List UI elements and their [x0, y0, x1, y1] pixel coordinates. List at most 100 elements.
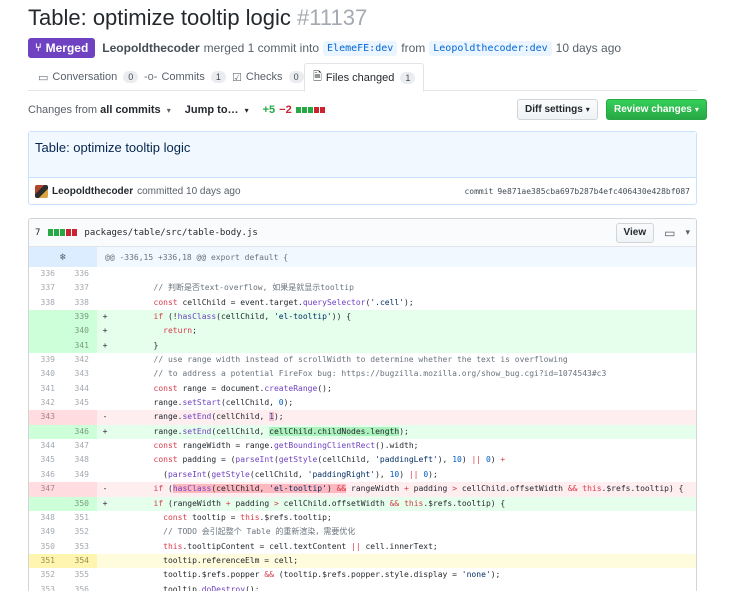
- changes-from-value: all commits: [100, 104, 161, 116]
- new-line-number[interactable]: 346: [63, 424, 97, 440]
- diff-marker: +: [102, 312, 108, 322]
- old-line-number[interactable]: [29, 338, 63, 354]
- monitor-icon[interactable]: ▭: [664, 226, 675, 240]
- old-line-number[interactable]: 346: [29, 467, 63, 483]
- old-line-number[interactable]: [29, 324, 63, 339]
- old-line-number[interactable]: 342: [29, 396, 63, 411]
- code-text: const cellChild = event.target.querySele…: [153, 297, 414, 307]
- diffstat-add-block: [48, 229, 54, 236]
- chevron-down-icon[interactable]: ▾: [685, 228, 690, 238]
- merged-when: 10 days ago: [555, 41, 622, 55]
- old-line-number[interactable]: [29, 496, 63, 511]
- diffstat-del-block: [313, 107, 319, 113]
- old-line-number[interactable]: 340: [29, 367, 63, 382]
- new-line-number[interactable]: 350: [63, 496, 97, 511]
- expand-icon[interactable]: ❄: [29, 247, 97, 267]
- diff-settings-button[interactable]: Diff settings ▾: [517, 99, 598, 120]
- old-line-number[interactable]: 337: [29, 281, 63, 296]
- old-line-number[interactable]: 344: [29, 439, 63, 454]
- new-line-number[interactable]: 348: [63, 453, 97, 468]
- code-text: if (!hasClass(cellChild, 'el-tooltip')) …: [153, 312, 352, 322]
- commit-meta: Leopoldthecoder committed 10 days ago co…: [29, 178, 696, 205]
- new-line-number[interactable]: [63, 410, 97, 425]
- old-line-number[interactable]: 347: [29, 482, 63, 497]
- old-line-number[interactable]: 353: [29, 582, 63, 591]
- old-line-number[interactable]: 351: [29, 553, 63, 569]
- new-line-number[interactable]: 340: [63, 324, 97, 339]
- diff-line: 351 354 tooltip.referenceElm = cell;: [29, 553, 696, 569]
- pr-author-link[interactable]: Leopoldthecoder: [102, 41, 199, 55]
- new-line-number[interactable]: 342: [63, 353, 97, 368]
- base-branch[interactable]: ElemeFE:dev: [323, 40, 398, 56]
- new-line-number[interactable]: 338: [63, 295, 97, 311]
- old-line-number[interactable]: [29, 310, 63, 325]
- view-file-button[interactable]: View: [615, 222, 655, 243]
- new-line-number[interactable]: 343: [63, 367, 97, 382]
- file-header: 7 packages/table/src/table-body.js View …: [29, 219, 696, 247]
- diff-line: 346 + range.setEnd(cellChild, cellChild.c…: [29, 424, 696, 440]
- tab-conversation[interactable]: ▭ Conversation 0: [38, 63, 139, 91]
- caret-down-icon: ▾: [585, 105, 590, 114]
- old-line-number[interactable]: 350: [29, 539, 63, 554]
- code-text: this.tooltipContent = cell.textContent |…: [163, 541, 438, 551]
- new-line-number[interactable]: 345: [63, 396, 97, 411]
- diff-toolbar: Changes from all commits ▾ Jump to… ▾ +5…: [28, 99, 707, 120]
- old-line-number[interactable]: 349: [29, 525, 63, 540]
- diff-line: 339 342 // use range width instead of scr…: [29, 353, 696, 368]
- changes-from-dropdown[interactable]: Changes from all commits ▾: [28, 104, 171, 116]
- diffstat-del-block: [72, 229, 78, 236]
- new-line-number[interactable]: 347: [63, 439, 97, 454]
- new-line-number[interactable]: 351: [63, 510, 97, 526]
- review-changes-label: Review changes: [614, 104, 692, 115]
- diff-line: 341 344 const range = document.createRang…: [29, 381, 696, 397]
- code-text: range.setStart(cellChild, 0);: [115, 398, 294, 408]
- head-branch[interactable]: Leopoldthecoder:dev: [429, 40, 552, 56]
- avatar[interactable]: [35, 185, 48, 198]
- diff-marker: [97, 382, 113, 396]
- code-text: const padding = (parseInt(getStyle(cellC…: [153, 455, 506, 465]
- diffstat-del-block: [319, 107, 325, 113]
- tab-commits[interactable]: -o- Commits 1: [144, 63, 226, 91]
- old-line-number[interactable]: 338: [29, 295, 63, 311]
- pr-summary: merged 1 commit into: [203, 41, 320, 55]
- diff-marker: -: [102, 484, 108, 494]
- new-line-number[interactable]: 349: [63, 467, 97, 483]
- diff-line: 342 345 range.setStart(cellChild, 0);: [29, 396, 696, 411]
- commit-author-link[interactable]: Leopoldthecoder: [52, 186, 133, 197]
- diff-line: 337 337 // 判断是否text-overflow, 如果是就显示toolt…: [29, 281, 696, 296]
- tab-checks[interactable]: ☑ Checks 0: [232, 63, 304, 91]
- new-line-number[interactable]: 344: [63, 381, 97, 397]
- jump-to-dropdown[interactable]: Jump to… ▾: [185, 104, 249, 116]
- new-line-number[interactable]: 336: [63, 267, 97, 282]
- commit-when: 10 days ago: [186, 186, 241, 197]
- new-line-number[interactable]: 353: [63, 539, 97, 554]
- new-line-number[interactable]: 354: [63, 553, 97, 569]
- file-diff-icon: 🗎: [313, 71, 322, 83]
- old-line-number[interactable]: 352: [29, 568, 63, 583]
- code-text: range.setEnd(cellChild, cellChild.childN…: [115, 426, 409, 436]
- new-line-number[interactable]: 355: [63, 568, 97, 583]
- old-line-number[interactable]: 348: [29, 510, 63, 526]
- diff-marker: [97, 353, 113, 367]
- old-line-number[interactable]: 343: [29, 410, 63, 425]
- new-line-number[interactable]: [63, 482, 97, 497]
- old-line-number[interactable]: 336: [29, 267, 63, 282]
- tab-files-changed[interactable]: 🗎 Files changed 1: [304, 63, 425, 92]
- commit-sha[interactable]: 9e871ae385cba697b287b4efc406430e428bf087: [497, 187, 690, 196]
- new-line-number[interactable]: 341: [63, 338, 97, 354]
- code-text: tooltip.$refs.popper && (tooltip.$refs.p…: [115, 570, 501, 580]
- old-line-number[interactable]: 345: [29, 453, 63, 468]
- old-line-number[interactable]: 339: [29, 353, 63, 368]
- new-line-number[interactable]: 339: [63, 310, 97, 325]
- new-line-number[interactable]: 352: [63, 525, 97, 540]
- new-line-number[interactable]: 337: [63, 281, 97, 296]
- tab-label: Checks: [245, 71, 283, 83]
- code-text: range.setEnd(cellChild, 1);: [115, 412, 284, 422]
- old-line-number[interactable]: 341: [29, 381, 63, 397]
- hunk-text: @@ -336,15 +336,18 @@ export default {: [105, 252, 289, 262]
- file-path[interactable]: packages/table/src/table-body.js: [84, 228, 257, 238]
- new-line-number[interactable]: 356: [63, 582, 97, 591]
- pr-title-text: Table: optimize tooltip logic: [28, 5, 291, 30]
- review-changes-button[interactable]: Review changes ▾: [606, 99, 707, 120]
- old-line-number[interactable]: [29, 424, 63, 440]
